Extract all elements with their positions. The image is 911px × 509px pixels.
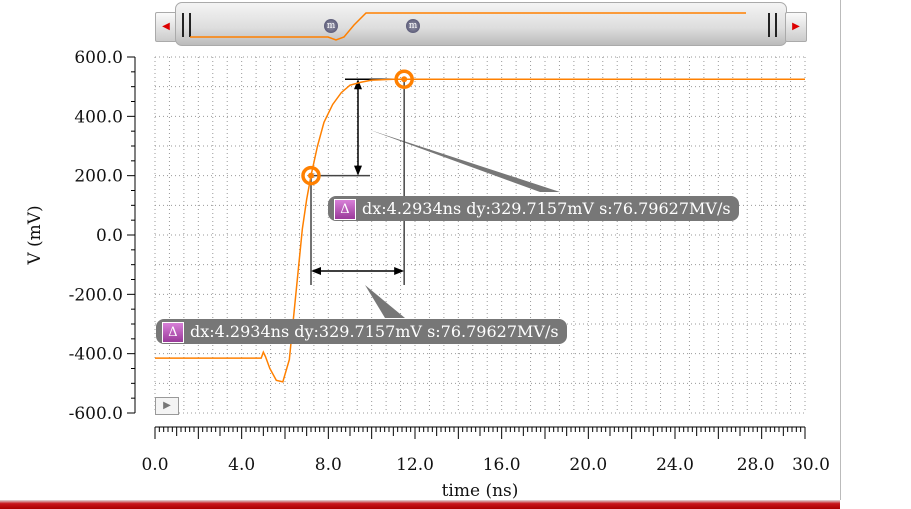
x-tick-label: 4.0 [228, 455, 255, 475]
x-tick-label: 12.0 [396, 455, 434, 475]
x-axis-label: time (ns) [442, 481, 519, 501]
y-tick-label: 200.0 [74, 167, 123, 187]
delta-text: dx:4.2934ns dy:329.7157mV s:76.79627MV/s [190, 322, 559, 341]
waveform-plot[interactable]: 600.0 400.0 200.0 0.0 -200.0 -400.0 -600.0 0.0 4… [0, 0, 911, 509]
y-tick-label: -400.0 [69, 345, 123, 365]
x-tick-label: 24.0 [656, 455, 694, 475]
arrow-head [394, 267, 405, 275]
marker-dot [308, 172, 314, 179]
callout-pointer [370, 130, 560, 192]
callout-pointer [365, 285, 405, 318]
y-tick-label: 400.0 [74, 107, 123, 127]
delta-label[interactable]: Δ dx:4.2934ns dy:329.7157mV s:76.79627MV… [328, 196, 739, 221]
x-tick-label: 8.0 [315, 455, 342, 475]
y-tick-label: 600.0 [74, 48, 123, 68]
delta-text: dx:4.2934ns dy:329.7157mV s:76.79627MV/s [362, 199, 731, 218]
arrow-head [354, 165, 362, 176]
delta-label[interactable]: Δ dx:4.2934ns dy:329.7157mV s:76.79627MV… [156, 319, 567, 344]
x-tick-label: 30.0 [792, 455, 830, 475]
x-tick-label: 20.0 [569, 455, 607, 475]
delta-icon: Δ [162, 322, 184, 343]
y-axis-label: V (mV) [25, 205, 45, 265]
marker-dot [401, 76, 408, 83]
delta-icon: Δ [334, 199, 356, 220]
y-tick-label: 0.0 [96, 226, 123, 246]
x-tick-label: 0.0 [141, 455, 168, 475]
play-icon[interactable]: ▶ [155, 397, 179, 415]
x-tick-label: 16.0 [483, 455, 521, 475]
x-tick-label: 28.0 [737, 455, 775, 475]
y-tick-label: -200.0 [69, 285, 123, 305]
arrow-head [311, 267, 321, 275]
y-tick-label: -600.0 [69, 404, 123, 424]
